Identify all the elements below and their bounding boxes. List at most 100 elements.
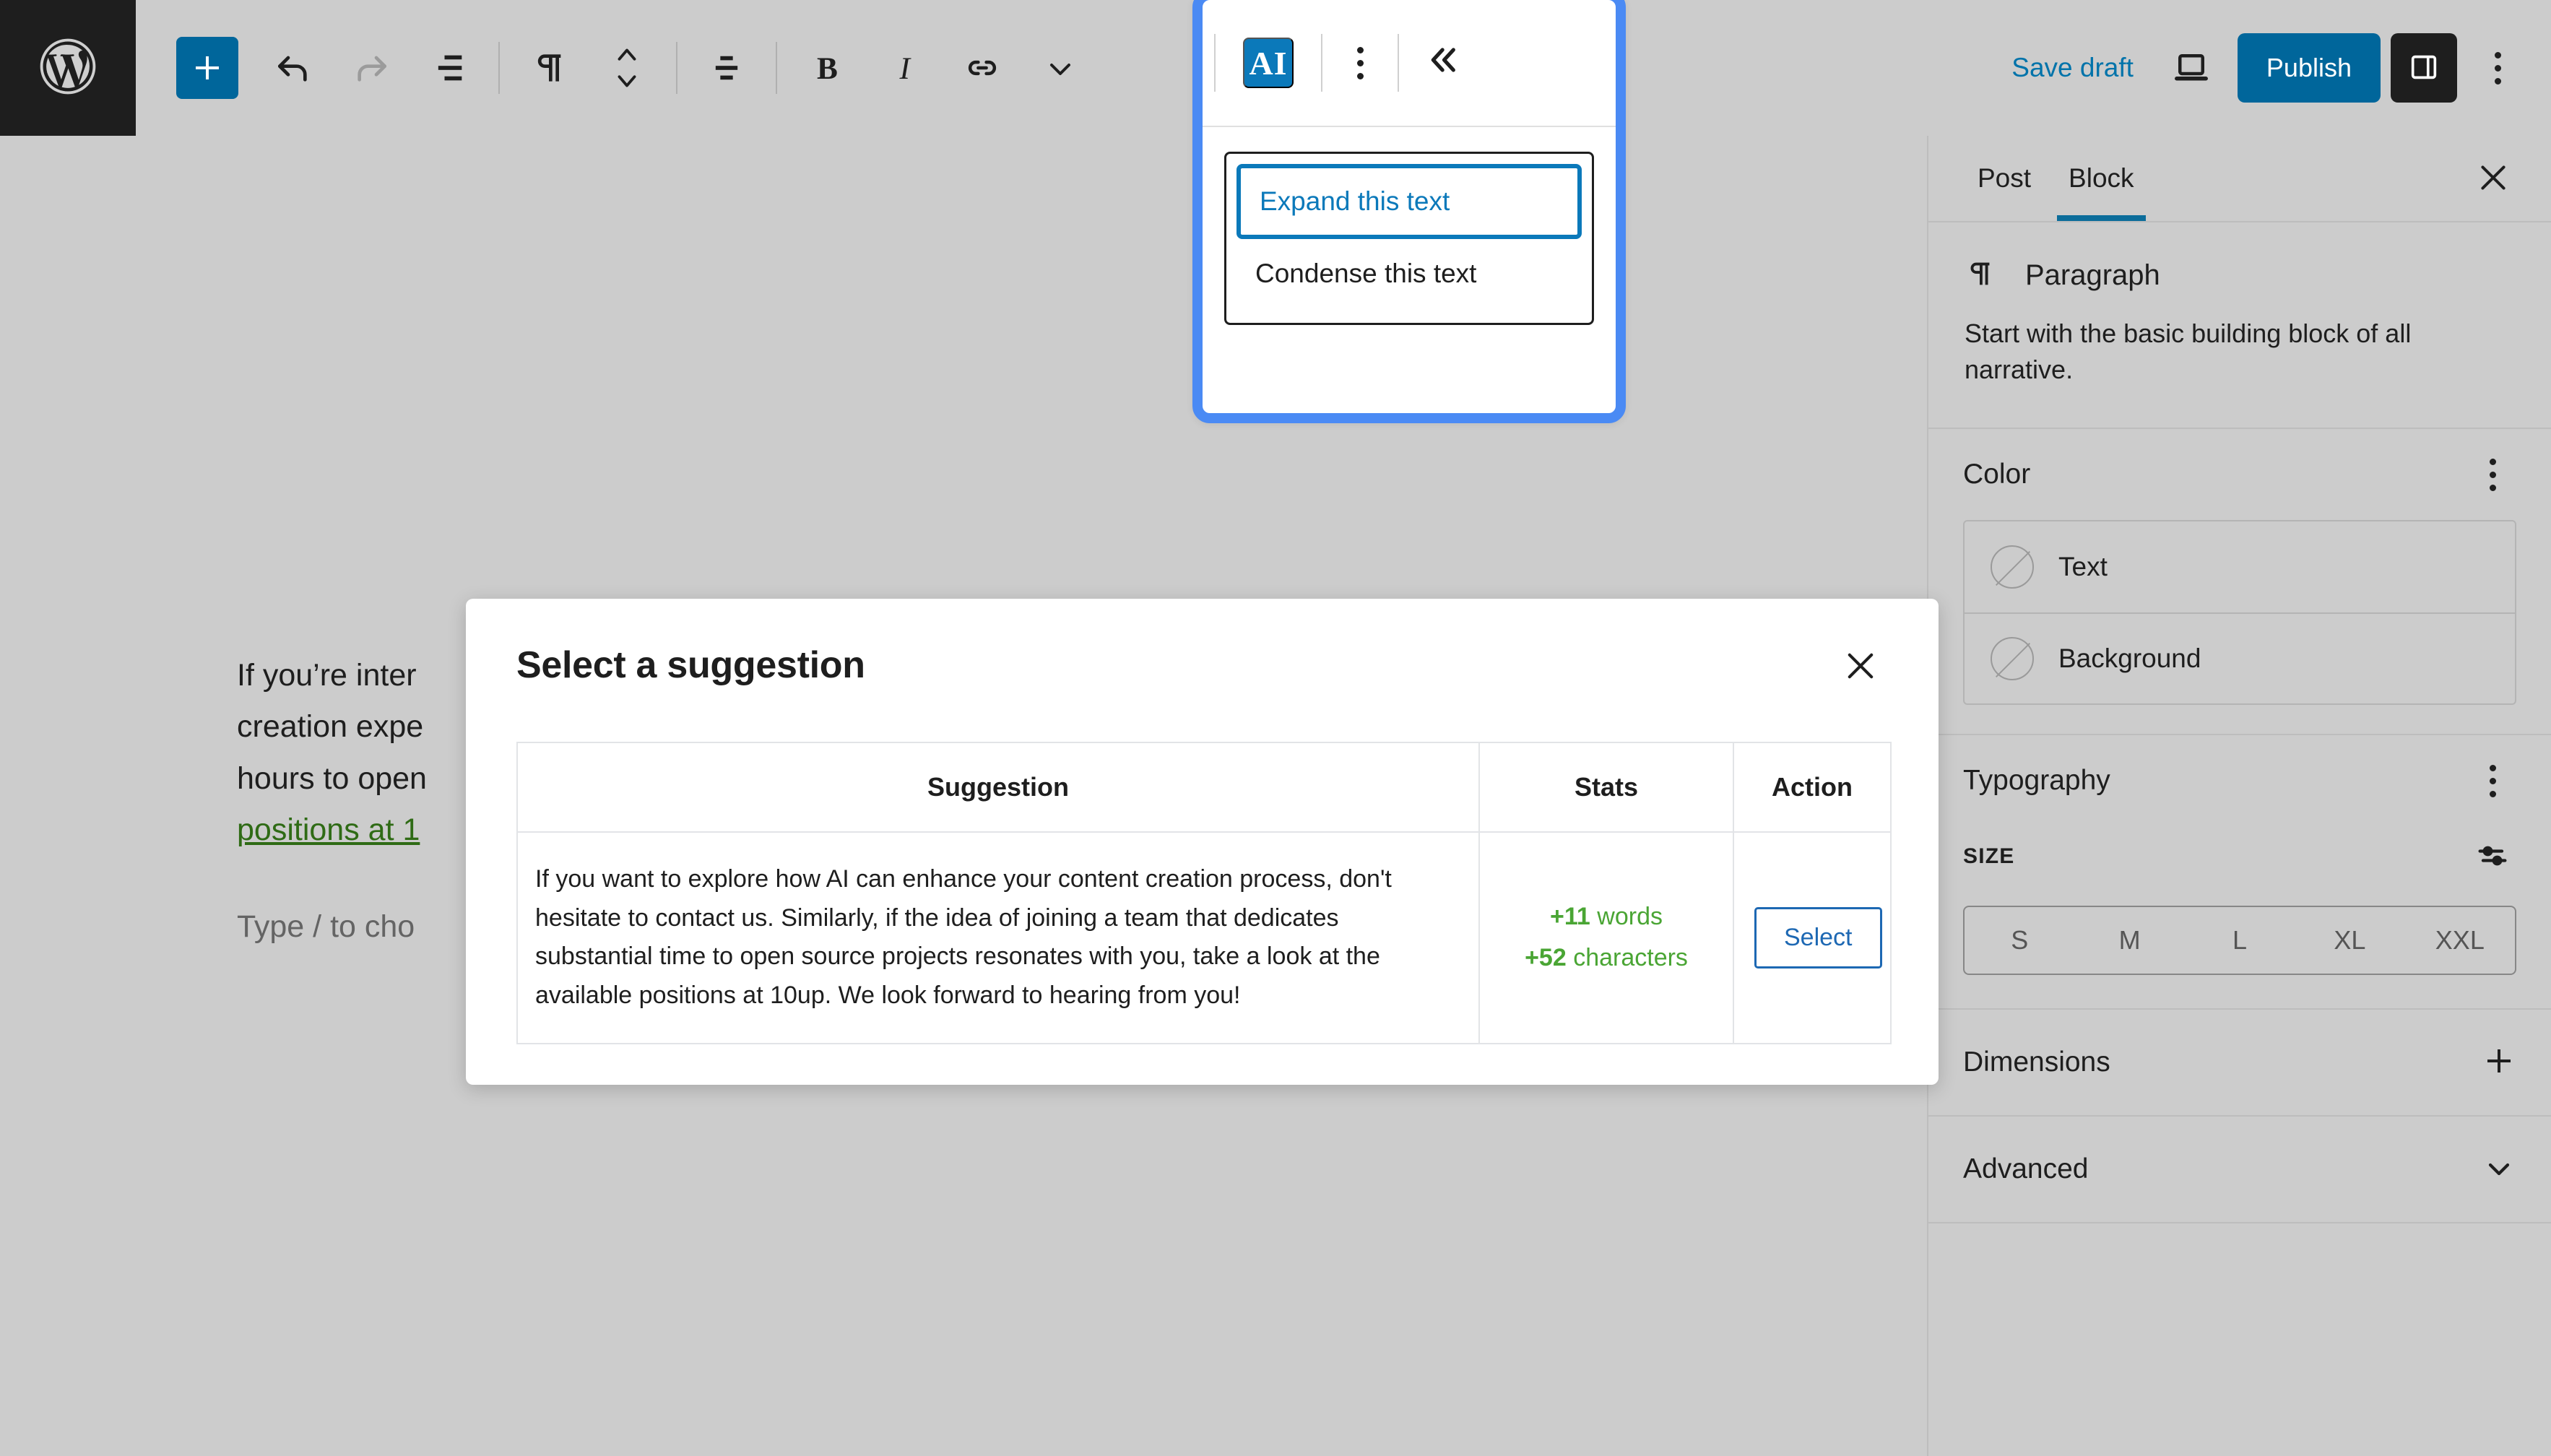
typography-options-button[interactable] (2469, 757, 2516, 805)
more-rich-text-button[interactable] (1021, 29, 1099, 107)
font-size-l[interactable]: L (2185, 907, 2295, 974)
column-header-stats: Stats (1479, 742, 1734, 833)
suggestion-text: If you want to explore how AI can enhanc… (517, 832, 1480, 1044)
ai-badge-button[interactable]: AI (1243, 38, 1294, 88)
ai-option-condense[interactable]: Condense this text (1226, 239, 1592, 308)
color-options-button[interactable] (2469, 451, 2516, 498)
suggestions-table: Suggestion Stats Action If you want to e… (516, 742, 1892, 1044)
editor-toolbar: B I (136, 29, 1099, 107)
paragraph-pilcrow-icon (1963, 257, 1996, 294)
toolbar-divider (498, 42, 500, 94)
size-label: SIZE (1963, 844, 2015, 869)
color-option-label: Background (2058, 644, 2201, 674)
ai-collapse-button[interactable] (1399, 23, 1484, 103)
ai-option-expand[interactable]: Expand this text (1236, 164, 1582, 239)
editor-options-button[interactable] (2469, 32, 2526, 104)
typography-panel-title: Typography (1963, 765, 2110, 797)
bold-button[interactable]: B (787, 29, 865, 107)
move-block-button[interactable] (588, 29, 666, 107)
block-type-button[interactable] (510, 29, 588, 107)
stats-words-unit: words (1597, 903, 1663, 931)
list-view-icon (430, 49, 468, 87)
block-info-panel: Paragraph Start with the basic building … (1928, 222, 2551, 430)
block-name: Paragraph (2025, 259, 2160, 291)
document-overview-button[interactable] (410, 29, 488, 107)
suggestion-stats: +11 words +52 characters (1479, 832, 1734, 1044)
stats-characters: +52 characters (1500, 937, 1712, 979)
chevron-up-down-icon (610, 43, 644, 93)
double-chevron-left-icon (1421, 40, 1462, 87)
stats-characters-value: +52 (1525, 944, 1567, 972)
color-panel-title: Color (1963, 459, 2031, 490)
preview-button[interactable] (2155, 32, 2227, 104)
align-left-icon (708, 49, 745, 87)
dimensions-panel[interactable]: Dimensions (1928, 1010, 2551, 1117)
undo-button[interactable] (254, 29, 332, 107)
wordpress-block-editor: If you’re inter creation expe hours to o… (0, 0, 2551, 1456)
preview-desktop-icon (2172, 48, 2211, 89)
select-suggestion-modal: Select a suggestion Suggestion Stats Act… (466, 599, 1939, 1085)
color-option-text[interactable]: Text (1965, 521, 2515, 612)
modal-title: Select a suggestion (516, 644, 865, 686)
block-description: Start with the basic building block of a… (1965, 318, 2412, 384)
sidebar-close-button[interactable] (2466, 151, 2521, 206)
vertical-dots-icon (2494, 51, 2501, 84)
redo-arrow-icon (351, 48, 391, 88)
font-size-xl[interactable]: XL (2295, 907, 2404, 974)
plus-icon (2482, 1044, 2516, 1082)
modal-header: Select a suggestion (516, 644, 1888, 694)
select-suggestion-button[interactable]: Select (1754, 906, 1882, 968)
add-block-button[interactable] (176, 37, 238, 99)
font-size-m[interactable]: M (2074, 907, 2184, 974)
ai-popover-toolbar: AI (1203, 0, 1616, 127)
wordpress-logo-button[interactable] (0, 0, 136, 136)
vertical-dots-icon (2489, 764, 2496, 797)
stats-words-value: +11 (1550, 903, 1590, 931)
stats-words: +11 words (1500, 896, 1712, 937)
paragraph-pilcrow-icon (529, 48, 569, 88)
modal-close-button[interactable] (1833, 639, 1888, 694)
suggestion-action: Select (1733, 832, 1891, 1044)
color-option-background[interactable]: Background (1965, 612, 2515, 703)
toolbar-divider (1214, 34, 1216, 92)
paragraph-line-3: hours to open (237, 760, 427, 796)
content-link[interactable]: positions at 1 (237, 812, 420, 847)
toolbar-divider (676, 42, 677, 94)
link-button[interactable] (943, 29, 1021, 107)
svg-text:I: I (899, 51, 912, 86)
vertical-dots-icon (2489, 458, 2496, 491)
ai-assistant-popover: AI Expand this text Condense this text (1192, 0, 1626, 423)
sliders-icon (2474, 837, 2511, 877)
font-size-segmented-control: S M L XL XXL (1963, 906, 2516, 976)
paragraph-line-1: If you’re inter (237, 658, 417, 693)
wordpress-logo-icon (35, 33, 101, 103)
tab-block[interactable]: Block (2050, 136, 2152, 221)
italic-button[interactable]: I (865, 29, 943, 107)
color-option-label: Text (2058, 552, 2108, 582)
settings-sidebar: Post Block Paragraph Start with the basi… (1927, 136, 2551, 1456)
publish-button[interactable]: Publish (2237, 33, 2381, 103)
ai-options-button[interactable] (1322, 46, 1398, 79)
save-draft-button[interactable]: Save draft (1990, 53, 2155, 83)
stats-characters-unit: characters (1573, 944, 1688, 972)
svg-text:B: B (817, 51, 838, 86)
plus-icon (190, 51, 225, 85)
toolbar-divider (776, 42, 777, 94)
size-settings-button[interactable] (2469, 833, 2516, 880)
table-header-row: Suggestion Stats Action (517, 742, 1891, 833)
no-color-circle-icon (1991, 545, 2034, 589)
settings-sidebar-toggle[interactable] (2391, 33, 2457, 103)
paragraph-line-2: creation expe (237, 709, 424, 745)
undo-arrow-icon (273, 48, 313, 88)
color-panel: Color Text Background (1928, 429, 2551, 736)
align-button[interactable] (688, 29, 766, 107)
table-row: If you want to explore how AI can enhanc… (517, 832, 1891, 1044)
column-header-action: Action (1733, 742, 1891, 833)
tab-post[interactable]: Post (1959, 136, 2050, 221)
font-size-s[interactable]: S (1965, 907, 2074, 974)
redo-button[interactable] (332, 29, 410, 107)
advanced-panel[interactable]: Advanced (1928, 1117, 2551, 1224)
font-size-xxl[interactable]: XXL (2405, 907, 2515, 974)
bold-b-icon: B (807, 49, 845, 87)
header-actions: Save draft Publish (1990, 0, 2551, 136)
